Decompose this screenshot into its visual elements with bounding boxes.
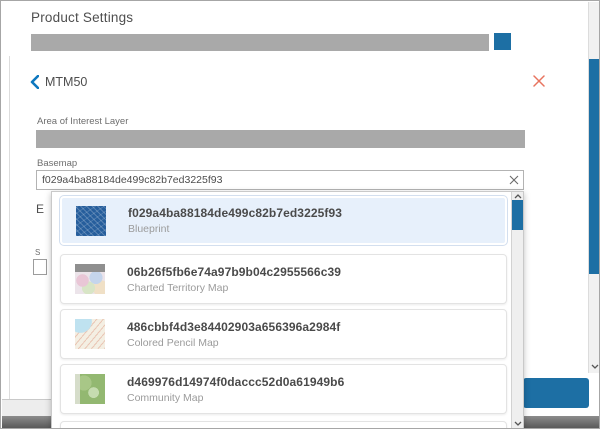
close-icon — [533, 75, 549, 87]
dropdown-scrollbar-thumb[interactable] — [512, 200, 523, 230]
basemap-option-id: d469976d14974f0daccc52d0a61949b6 — [127, 375, 344, 389]
back-button[interactable]: MTM50 — [30, 75, 87, 89]
basemap-option[interactable]: 06b26f5fb6e74a97b9b04c2955566c39 Charted… — [60, 254, 507, 304]
chevron-left-icon — [30, 75, 39, 89]
basemap-thumbnail-charted-territory — [75, 264, 105, 294]
clear-icon[interactable] — [505, 171, 523, 189]
basemap-option-name: Community Map — [127, 392, 344, 404]
basemap-thumbnail-blueprint — [76, 206, 106, 236]
hidden-field-label-fragment: E — [36, 202, 44, 216]
page-background-strip — [2, 400, 51, 416]
back-button-label: MTM50 — [45, 75, 87, 89]
basemap-combobox[interactable] — [36, 170, 524, 190]
product-settings-screen: Product Settings MTM50 Area of Interest … — [0, 0, 600, 429]
dialog-scrollbar[interactable] — [588, 2, 600, 373]
basemap-option-id: f029a4ba88184de499c82b7ed3225f93 — [128, 206, 342, 220]
basemap-input[interactable] — [37, 174, 505, 186]
checkbox[interactable] — [33, 259, 47, 275]
page-title: Product Settings — [31, 10, 133, 25]
area-of-interest-input[interactable] — [36, 130, 525, 148]
scroll-down-icon[interactable] — [589, 361, 600, 371]
close-button[interactable] — [533, 75, 549, 91]
basemap-label: Basemap — [37, 158, 77, 169]
area-of-interest-label: Area of Interest Layer — [37, 116, 128, 127]
basemap-option[interactable]: d469976d14974f0daccc52d0a61949b6 Communi… — [60, 364, 507, 414]
basemap-option-name: Colored Pencil Map — [127, 337, 340, 349]
hidden-field-label-fragment: S — [35, 248, 40, 257]
dialog-scrollbar-thumb[interactable] — [589, 59, 600, 274]
basemap-option-name: Charted Territory Map — [127, 282, 341, 294]
modal-left-border — [9, 56, 10, 399]
primary-action-button[interactable] — [523, 378, 589, 408]
basemap-thumbnail-colored-pencil — [75, 319, 105, 349]
basemap-thumbnail-community — [75, 374, 105, 404]
scroll-down-icon[interactable] — [512, 419, 523, 428]
basemap-option[interactable]: f029a4ba88184de499c82b7ed3225f93 Bluepri… — [60, 196, 507, 245]
blue-square[interactable] — [494, 33, 511, 50]
redacted-bar — [31, 34, 489, 51]
basemap-dropdown-list: f029a4ba88184de499c82b7ed3225f93 Bluepri… — [51, 191, 524, 429]
basemap-option-name: Blueprint — [128, 223, 342, 235]
dropdown-scrollbar[interactable] — [511, 192, 523, 429]
basemap-option-id: 06b26f5fb6e74a97b9b04c2955566c39 — [127, 265, 341, 279]
basemap-option-id: 486cbbf4d3e84402903a656396a2984f — [127, 320, 340, 334]
basemap-option[interactable]: 486cbbf4d3e84402903a656396a2984f Colored… — [60, 309, 507, 359]
basemap-option-partial[interactable] — [60, 421, 507, 429]
